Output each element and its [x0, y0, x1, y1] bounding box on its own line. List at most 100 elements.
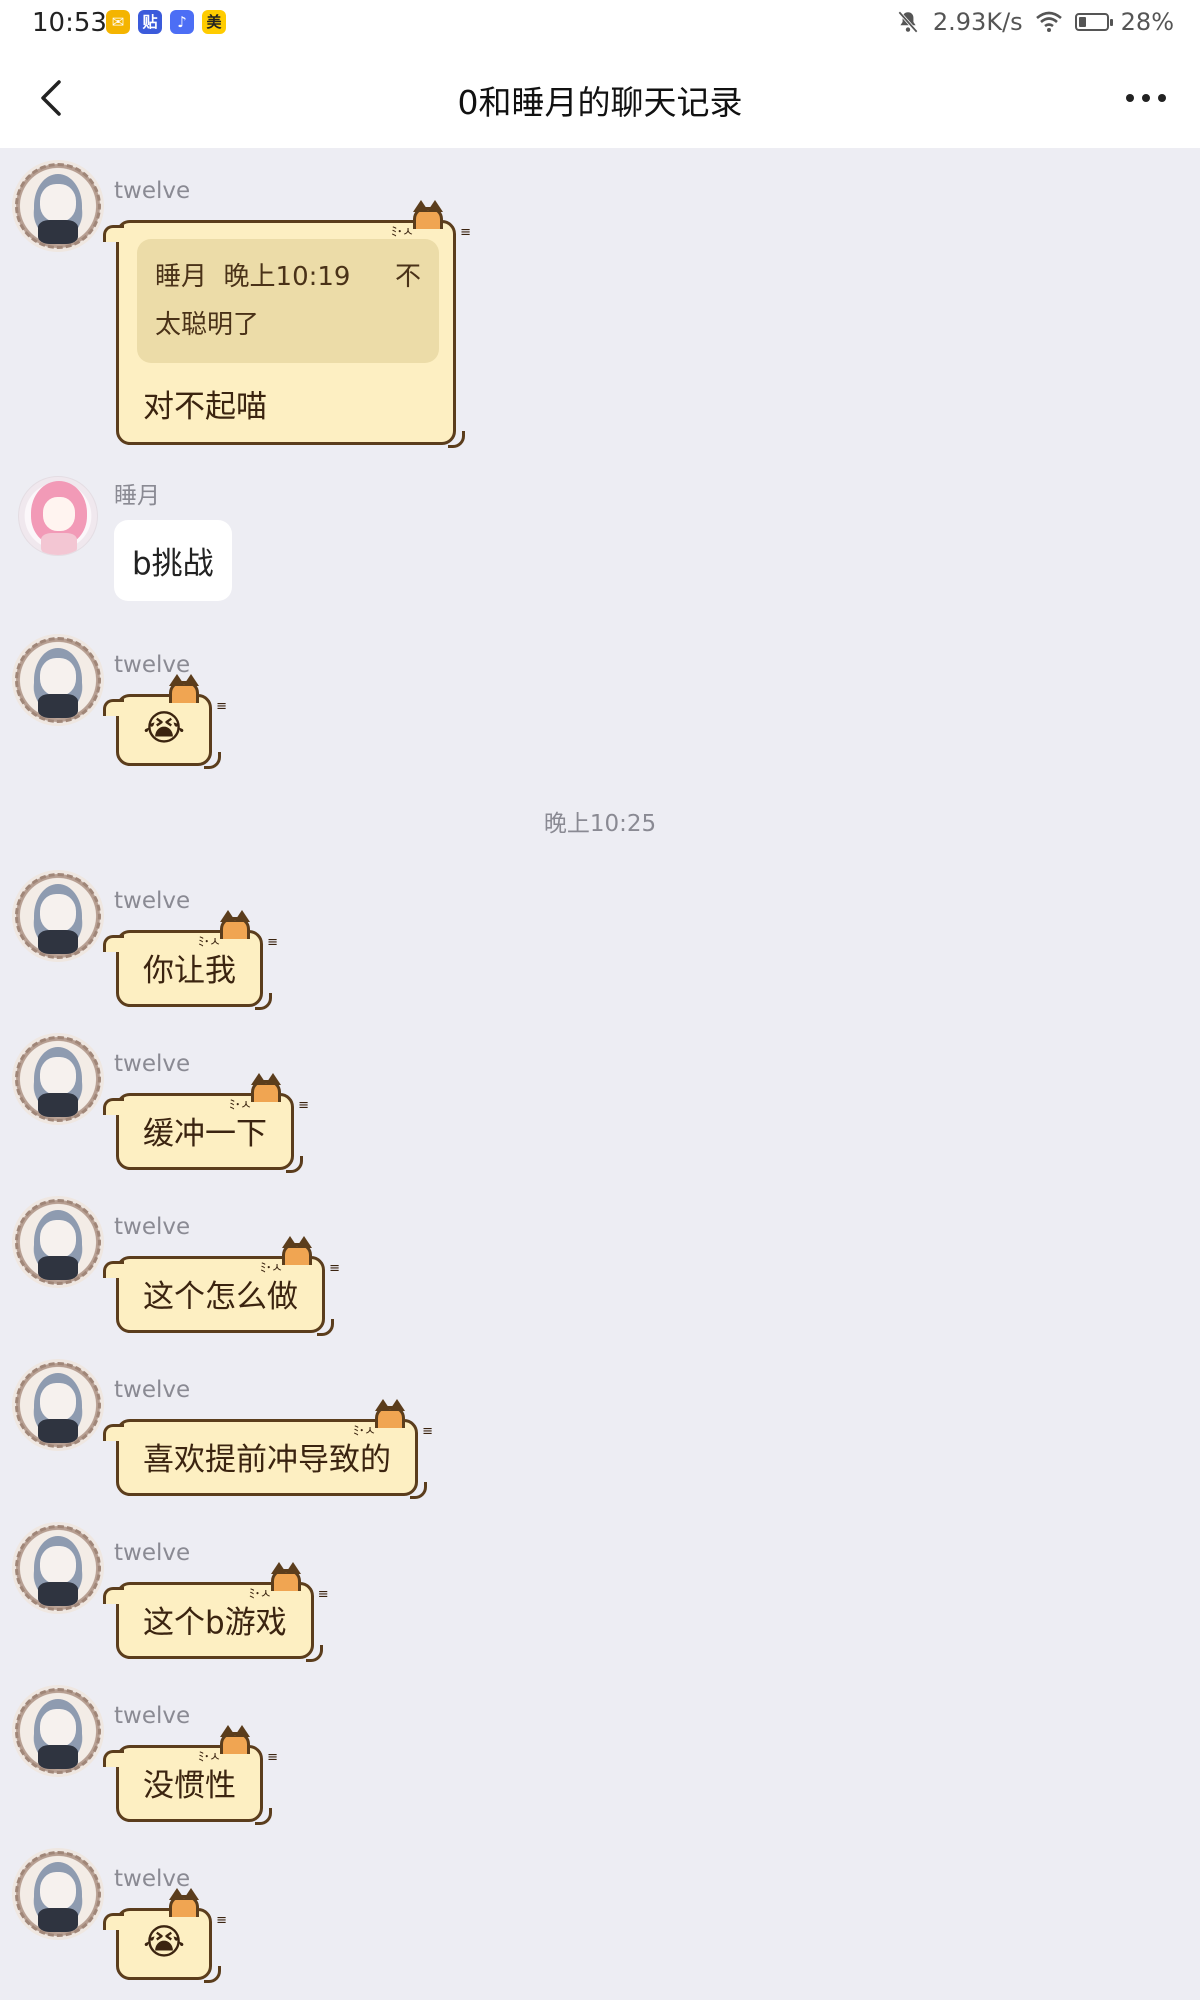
whisker-decoration: ≡: [267, 935, 278, 950]
message-text: 对不起喵: [143, 389, 267, 425]
bubble-curl: [410, 1482, 427, 1499]
avatar-ring: [15, 1525, 101, 1611]
bubble-tail: [103, 1913, 124, 1930]
message-bubble[interactable]: ﾐ･ㅅ ≡ 缓冲一下: [103, 1073, 309, 1173]
message-bubble[interactable]: ﾐ･ㅅ ≡ 喜欢提前冲导致的: [103, 1399, 433, 1499]
cat-ear-decoration: [413, 200, 443, 229]
avatar[interactable]: [12, 870, 104, 962]
battery-icon: [1074, 13, 1113, 31]
battery-level: [1078, 17, 1086, 27]
bubble-curl: [255, 1808, 272, 1825]
bubble-tail: [103, 1098, 124, 1115]
status-time: 10:53: [32, 8, 107, 38]
quote-text-b: 太聪明了: [155, 310, 260, 340]
message-bubble[interactable]: ﾐ･ㅅ ≡ 这个怎么做: [103, 1236, 340, 1336]
more-icon-dot: [1142, 94, 1150, 102]
avatar[interactable]: [12, 1685, 104, 1777]
whisker-decoration: ≡: [422, 1424, 433, 1439]
avatar-cloth: [41, 533, 77, 555]
message-bubble[interactable]: ﾐ･ㅅ ≡ 没惯性: [103, 1725, 278, 1825]
bubble-tail: [103, 1750, 124, 1767]
sender-name: twelve: [114, 1377, 191, 1403]
mail-app-icon: ✉: [106, 10, 130, 34]
music-app-icon: ♪: [170, 10, 194, 34]
crying-emoji: 😭: [143, 708, 186, 749]
whisker-decoration: ﾐ･ㅅ: [260, 1261, 283, 1276]
message-bubble[interactable]: ﾐ･ㅅ ≡ 睡月 晚上10:19 不 太聪明了 对不起喵: [103, 200, 471, 448]
avatar-ring: [15, 1688, 101, 1774]
avatar[interactable]: [12, 1848, 104, 1940]
bubble-tail: [103, 935, 124, 952]
chat-history[interactable]: twelve ﾐ･ㅅ ≡ 睡月 晚上10:19 不 太聪明了 对不起喵 睡月 b挑战…: [0, 148, 1200, 2000]
whisker-decoration: ≡: [460, 225, 471, 240]
more-button[interactable]: [1116, 72, 1176, 124]
sender-name: twelve: [114, 1051, 191, 1077]
whisker-decoration: ﾐ･ㅅ: [198, 1750, 221, 1765]
whisker-decoration: ﾐ･ㅅ: [229, 1098, 252, 1113]
message-bubble[interactable]: ﾐ･ㅅ ≡ 这个b游戏: [103, 1562, 329, 1662]
cat-ear-decoration: [270, 1562, 301, 1591]
message-bubble[interactable]: ﾐ･ㅅ ≡ 你让我: [103, 910, 278, 1010]
whisker-decoration: ≡: [216, 1913, 228, 1928]
avatar[interactable]: [18, 476, 98, 556]
crying-emoji: 😭: [143, 1922, 186, 1963]
quoted-message[interactable]: 睡月 晚上10:19 不 太聪明了: [137, 239, 439, 363]
bubble-curl: [204, 1966, 222, 1983]
bubble-tail: [103, 225, 124, 242]
sender-name: twelve: [114, 1703, 191, 1729]
cat-ear-decoration: [220, 910, 250, 939]
avatar-ring: [15, 1362, 101, 1448]
bubble-tail: [103, 699, 124, 716]
avatar[interactable]: [12, 1359, 104, 1451]
cat-ear-decoration: [282, 1236, 312, 1265]
avatar[interactable]: [12, 1522, 104, 1614]
bubble-curl: [448, 431, 465, 448]
avatar-ring: [15, 1036, 101, 1122]
message-bubble[interactable]: ≡ 😭: [103, 1888, 227, 1983]
whisker-decoration: ≡: [216, 699, 228, 714]
nav-bar: 0和睡月的聊天记录: [0, 48, 1200, 148]
page-title: 0和睡月的聊天记录: [457, 83, 743, 122]
message-bubble[interactable]: ≡ 😭: [103, 674, 227, 769]
message-text: 喜欢提前冲导致的: [143, 1442, 391, 1478]
battery-percent: 28%: [1120, 8, 1174, 36]
message-text: 你让我: [143, 953, 236, 989]
quote-time: 晚上10:19: [223, 262, 351, 292]
notification-icons: ✉ 贴 ♪ 美: [106, 10, 226, 34]
sender-name: 睡月: [114, 483, 160, 509]
wifi-icon: [1035, 11, 1062, 32]
message-bubble[interactable]: b挑战: [114, 520, 232, 601]
sender-name: twelve: [114, 1540, 191, 1566]
avatar[interactable]: [12, 634, 104, 726]
message-text: b挑战: [132, 546, 214, 582]
whisker-decoration: ﾐ･ㅅ: [248, 1587, 272, 1602]
whisker-decoration: ≡: [267, 1750, 278, 1765]
bubble-curl: [255, 993, 272, 1010]
avatar-ring: [15, 637, 101, 723]
mute-bell-icon: [898, 11, 918, 33]
bubble-curl: [286, 1156, 303, 1173]
message-text: 没惯性: [143, 1768, 236, 1804]
whisker-decoration: ﾐ･ㅅ: [198, 935, 221, 950]
more-icon-dot: [1158, 94, 1166, 102]
quote-author: 睡月: [155, 262, 208, 292]
cat-ear-decoration: [251, 1073, 281, 1102]
message-text: 这个b游戏: [143, 1605, 287, 1641]
avatar-ring: [15, 873, 101, 959]
bubble-tail: [103, 1587, 124, 1604]
quote-text-a: 不: [394, 262, 421, 292]
avatar[interactable]: [12, 1033, 104, 1125]
whisker-decoration: ≡: [329, 1261, 340, 1276]
avatar[interactable]: [12, 160, 104, 252]
bubble-curl: [317, 1319, 334, 1336]
tieba-app-icon: 贴: [138, 10, 162, 34]
bubble-curl: [204, 752, 222, 769]
whisker-decoration: ﾐ･ㅅ: [353, 1424, 376, 1439]
sender-name: twelve: [114, 1214, 191, 1240]
sender-name: twelve: [114, 888, 191, 914]
avatar-ring: [15, 163, 101, 249]
avatar[interactable]: [12, 1196, 104, 1288]
cat-ear-decoration: [169, 1888, 200, 1917]
bubble-tail: [103, 1261, 124, 1278]
whisker-decoration: ≡: [298, 1098, 309, 1113]
